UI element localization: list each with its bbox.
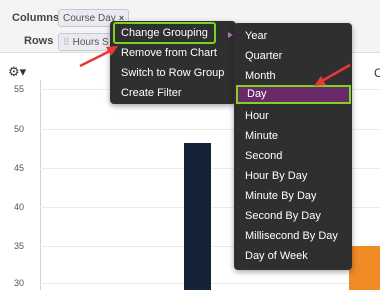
gear-icon[interactable]: ⚙▾ (8, 64, 26, 80)
grouping-option-day-of-week[interactable]: Day of Week (234, 246, 352, 266)
columns-label: Columns (12, 12, 60, 24)
grouping-option-minute[interactable]: Minute (234, 126, 352, 146)
grouping-option-second-by-day[interactable]: Second By Day (234, 206, 352, 226)
grouping-option-minute-by-day[interactable]: Minute By Day (234, 186, 352, 206)
grouping-submenu: Year Quarter Month Hour Minute Second Ho… (234, 23, 352, 270)
grouping-option-hour[interactable]: Hour (234, 106, 352, 126)
rows-pill-label: Hours S (72, 37, 109, 48)
chart-bar[interactable] (349, 246, 380, 290)
grouping-option-month[interactable]: Month (234, 66, 352, 86)
y-axis (40, 80, 41, 290)
grouping-option-second[interactable]: Second (234, 146, 352, 166)
change-grouping-highlight (113, 22, 216, 44)
menu-item-remove-from-chart[interactable]: Remove from Chart (110, 43, 236, 63)
grouping-option-quarter[interactable]: Quarter (234, 46, 352, 66)
y-tick-label: 50 (14, 124, 25, 134)
y-tick-label: 45 (14, 163, 25, 173)
chart-title-fragment: C (374, 66, 380, 80)
rows-label: Rows (24, 35, 54, 47)
y-tick-label: 30 (14, 278, 25, 288)
chevron-right-icon (228, 32, 233, 38)
menu-item-create-filter[interactable]: Create Filter (110, 83, 236, 103)
drag-handle-icon[interactable]: ⠿ (63, 37, 70, 47)
grouping-option-millisecond-by-day[interactable]: Millisecond By Day (234, 226, 352, 246)
chart-bar[interactable] (184, 143, 211, 290)
y-tick-label: 40 (14, 202, 25, 212)
y-tick-label: 35 (14, 241, 25, 251)
y-tick-label: 55 (14, 84, 25, 94)
columns-pill-label: Course Day (63, 13, 116, 24)
grouping-option-day-label: Day (247, 88, 267, 100)
menu-item-switch-to-row-group[interactable]: Switch to Row Group (110, 63, 236, 83)
grouping-option-hour-by-day[interactable]: Hour By Day (234, 166, 352, 186)
grouping-option-day[interactable]: Day (236, 85, 351, 104)
grouping-option-year[interactable]: Year (234, 26, 352, 46)
